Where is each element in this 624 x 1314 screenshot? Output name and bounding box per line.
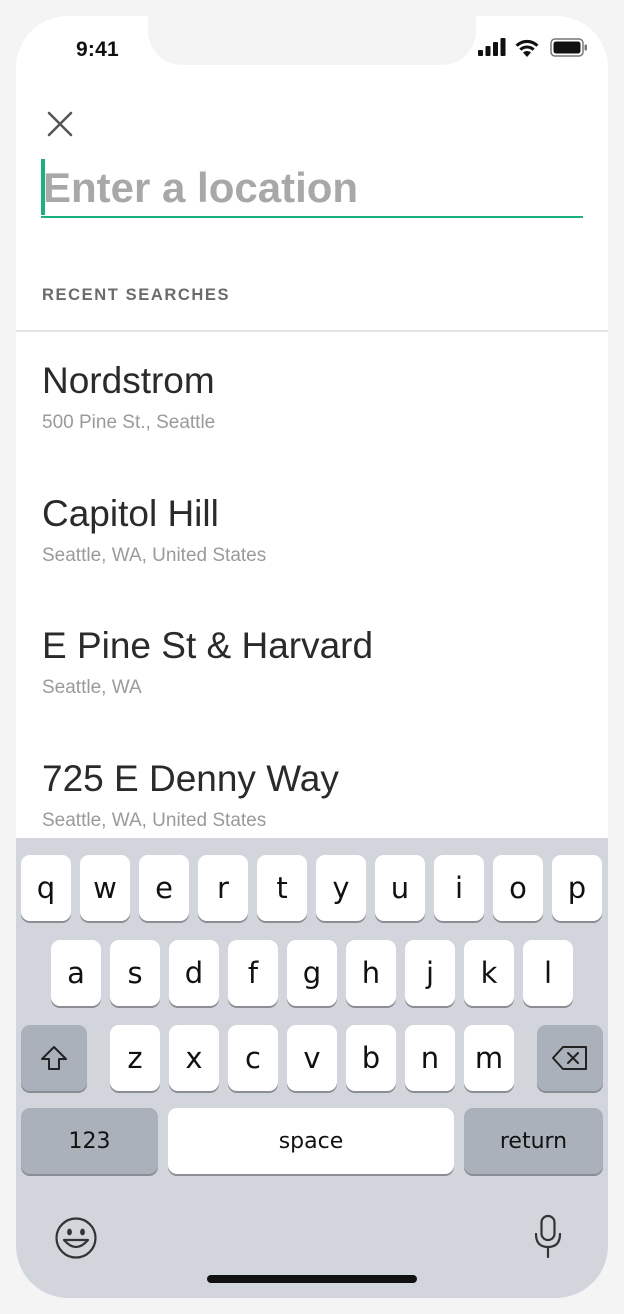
recent-search-address: 500 Pine St., Seattle [42, 412, 216, 433]
recent-search-item[interactable]: Capitol Hill Seattle, WA, United States [16, 465, 608, 585]
return-key[interactable]: return [464, 1108, 603, 1174]
recent-search-address: Seattle, WA, United States [42, 545, 267, 566]
location-search-input[interactable] [43, 162, 573, 214]
key-q[interactable]: q [21, 855, 71, 921]
key-h[interactable]: h [346, 940, 396, 1006]
software-keyboard: q w e r t y u i o p a s d f g h j k l z … [16, 838, 608, 1298]
close-button[interactable] [44, 108, 76, 140]
cellular-signal-icon [478, 38, 506, 56]
key-w[interactable]: w [80, 855, 130, 921]
recent-search-title: 725 E Denny Way [42, 758, 339, 799]
key-r[interactable]: r [198, 855, 248, 921]
recent-searches-heading: RECENT SEARCHES [42, 286, 231, 304]
close-icon [47, 111, 73, 137]
microphone-icon[interactable] [533, 1214, 563, 1260]
key-c[interactable]: c [228, 1025, 278, 1091]
home-indicator[interactable] [207, 1275, 417, 1283]
key-i[interactable]: i [434, 855, 484, 921]
key-j[interactable]: j [405, 940, 455, 1006]
key-f[interactable]: f [228, 940, 278, 1006]
phone-screen: 9:41 RECENT SEARCHES Nordstrom 500 [16, 16, 608, 1298]
device-notch [148, 16, 476, 65]
backspace-icon [552, 1046, 587, 1070]
key-x[interactable]: x [169, 1025, 219, 1091]
numbers-key[interactable]: 123 [21, 1108, 158, 1174]
key-v[interactable]: v [287, 1025, 337, 1091]
key-b[interactable]: b [346, 1025, 396, 1091]
key-u[interactable]: u [375, 855, 425, 921]
key-a[interactable]: a [51, 940, 101, 1006]
shift-icon [41, 1046, 67, 1070]
key-o[interactable]: o [493, 855, 543, 921]
recent-search-address: Seattle, WA [42, 677, 142, 698]
space-key[interactable]: space [168, 1108, 454, 1174]
key-m[interactable]: m [464, 1025, 514, 1091]
battery-icon [550, 38, 587, 57]
location-search-field[interactable] [41, 159, 583, 218]
wifi-icon [515, 39, 539, 57]
status-time: 9:41 [76, 38, 119, 61]
recent-search-title: Nordstrom [42, 360, 215, 401]
delete-key[interactable] [537, 1025, 603, 1091]
key-s[interactable]: s [110, 940, 160, 1006]
recent-search-address: Seattle, WA, United States [42, 810, 267, 831]
key-t[interactable]: t [257, 855, 307, 921]
recent-search-item[interactable]: Nordstrom 500 Pine St., Seattle [16, 332, 608, 452]
key-n[interactable]: n [405, 1025, 455, 1091]
recent-search-title: E Pine St & Harvard [42, 625, 374, 666]
key-l[interactable]: l [523, 940, 573, 1006]
emoji-icon[interactable] [54, 1216, 98, 1260]
key-p[interactable]: p [552, 855, 602, 921]
key-e[interactable]: e [139, 855, 189, 921]
shift-key[interactable] [21, 1025, 87, 1091]
recent-search-title: Capitol Hill [42, 493, 219, 534]
recent-search-item[interactable]: 725 E Denny Way Seattle, WA, United Stat… [16, 730, 608, 850]
key-d[interactable]: d [169, 940, 219, 1006]
key-k[interactable]: k [464, 940, 514, 1006]
key-y[interactable]: y [316, 855, 366, 921]
key-g[interactable]: g [287, 940, 337, 1006]
key-z[interactable]: z [110, 1025, 160, 1091]
recent-search-item[interactable]: E Pine St & Harvard Seattle, WA [16, 597, 608, 717]
